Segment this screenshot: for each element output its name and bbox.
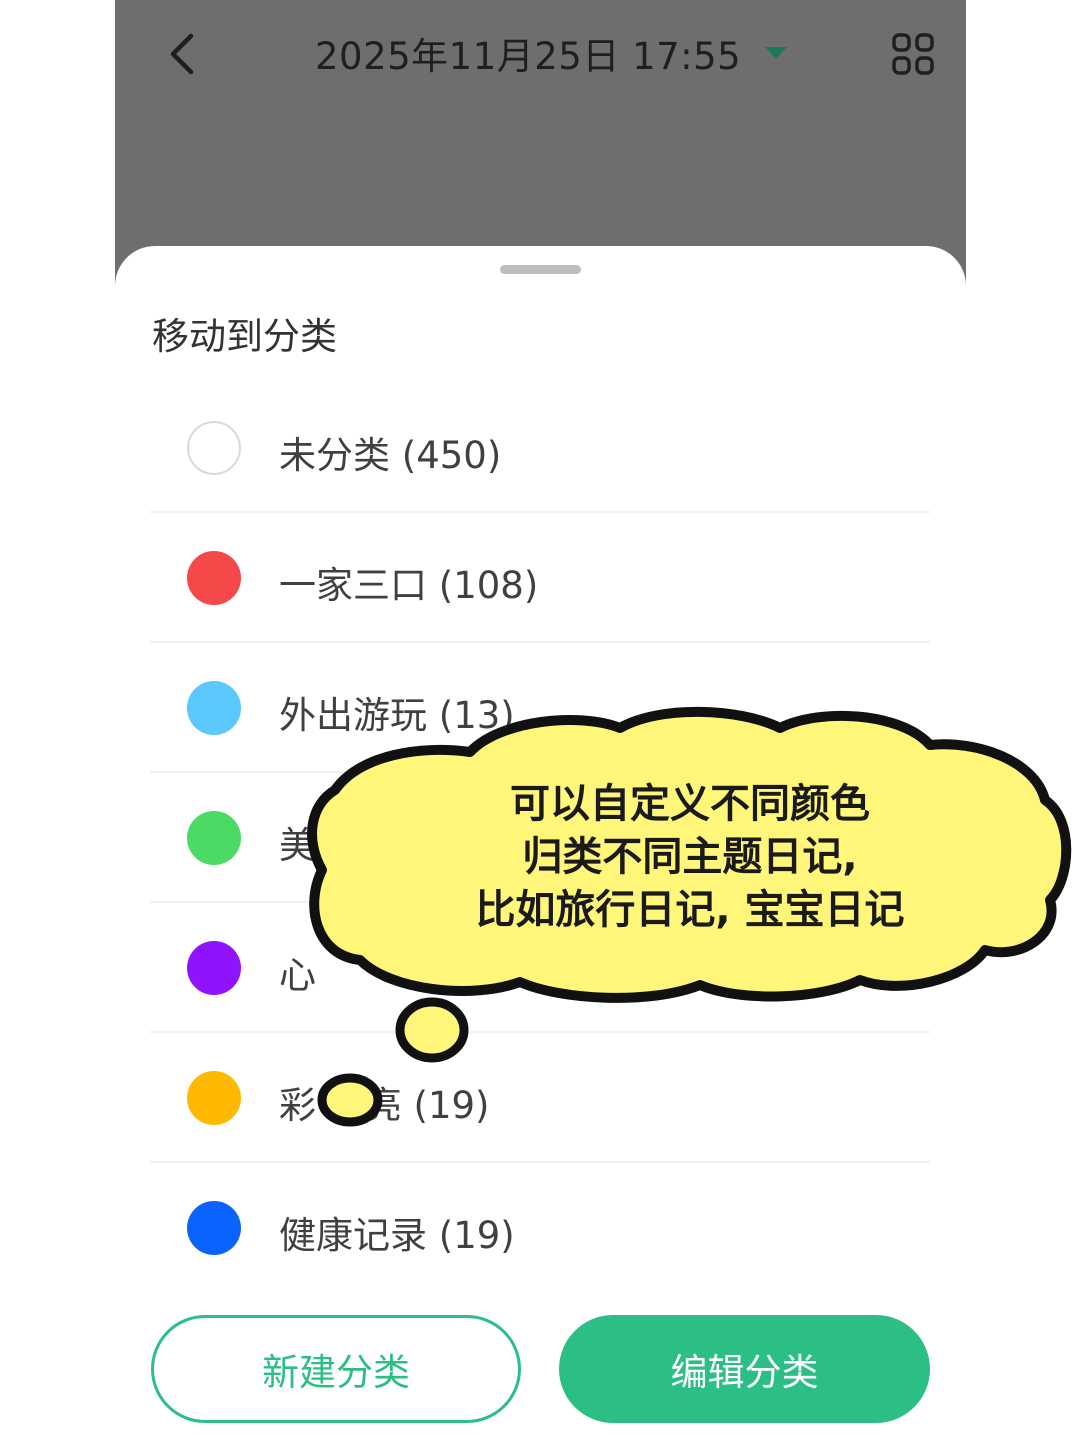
caret-down-icon: [765, 47, 788, 59]
color-dot[interactable]: [187, 941, 241, 995]
category-label: 未分类 (450): [279, 434, 502, 477]
category-list: 未分类 (450) 一家三口 (108) 外出游玩 (13) 美 心 彩 亮亮 …: [150, 383, 930, 1293]
category-label: 美: [279, 824, 316, 867]
page-title: 2025年11月25日 17:55: [315, 35, 742, 78]
date-selector[interactable]: 2025年11月25日 17:55: [315, 26, 789, 80]
category-label: 外出游玩 (13): [279, 694, 515, 737]
phone-screen: 2025年11月25日 17:55 移动到分类 未分类 (450) 一家三口 (…: [115, 0, 966, 1440]
chevron-left-icon: [170, 33, 194, 75]
new-category-button[interactable]: 新建分类: [151, 1315, 521, 1423]
sheet-title: 移动到分类: [152, 315, 337, 358]
drag-handle[interactable]: [500, 265, 581, 274]
category-row-uncategorized[interactable]: 未分类 (450): [150, 383, 930, 513]
category-label: 健康记录 (19): [279, 1214, 515, 1257]
category-row-health[interactable]: 健康记录 (19): [150, 1163, 930, 1293]
color-dot[interactable]: [187, 811, 241, 865]
category-row-outing[interactable]: 外出游玩 (13): [150, 643, 930, 773]
category-row-6[interactable]: 彩 亮亮 (19): [150, 1033, 930, 1163]
category-row-family[interactable]: 一家三口 (108): [150, 513, 930, 643]
bottom-sheet: 移动到分类 未分类 (450) 一家三口 (108) 外出游玩 (13) 美 心: [115, 246, 966, 1440]
color-dot[interactable]: [187, 1201, 241, 1255]
category-label: 一家三口 (108): [279, 564, 539, 607]
radio-empty[interactable]: [187, 421, 241, 475]
category-row-4[interactable]: 美: [150, 773, 930, 903]
edit-category-button[interactable]: 编辑分类: [559, 1315, 930, 1423]
color-dot[interactable]: [187, 551, 241, 605]
category-label: 心: [279, 954, 316, 997]
category-label: 彩 亮亮 (19): [279, 1084, 490, 1127]
back-button[interactable]: [159, 28, 203, 80]
color-dot[interactable]: [187, 681, 241, 735]
category-row-5[interactable]: 心: [150, 903, 930, 1033]
grid-view-button[interactable]: [891, 32, 935, 76]
grid-icon: [892, 33, 934, 75]
color-dot[interactable]: [187, 1071, 241, 1125]
